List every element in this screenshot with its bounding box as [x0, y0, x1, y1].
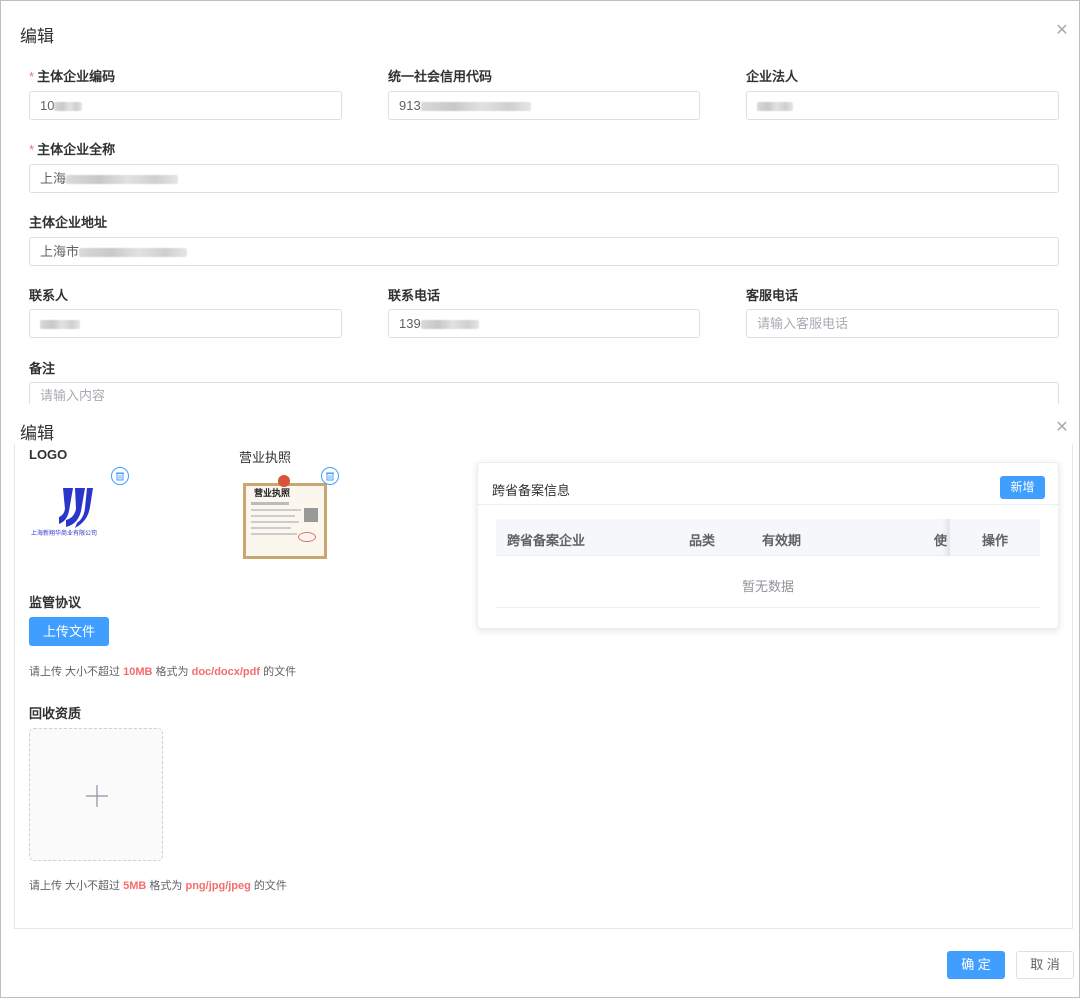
- license-label: 营业执照: [239, 450, 292, 465]
- remark-input[interactable]: 请输入内容: [29, 382, 1059, 404]
- full-name-input[interactable]: 上海: [29, 164, 1059, 193]
- dialog-header-strip: [1, 404, 1079, 444]
- credit-code-input[interactable]: 913: [388, 91, 700, 120]
- license-title: 营业执照: [254, 489, 291, 499]
- col-header-action: 操作: [982, 533, 1009, 548]
- dialog-title-2: 编辑: [20, 424, 54, 443]
- close-icon[interactable]: ✕: [1055, 420, 1069, 436]
- image-upload-box[interactable]: [29, 728, 163, 861]
- table-header: 跨省备案企业 品类 有效期 使 操作: [496, 519, 1040, 556]
- contact-input[interactable]: [29, 309, 342, 338]
- card-title: 跨省备案信息: [492, 483, 571, 498]
- recycle-label: 回收资质: [29, 706, 82, 721]
- cancel-button[interactable]: 取 消: [1016, 951, 1074, 979]
- license-image[interactable]: 营业执照: [242, 473, 328, 559]
- emblem-icon: [278, 475, 290, 487]
- contact-label: 联系人: [29, 288, 69, 303]
- address-input[interactable]: 上海市: [29, 237, 1059, 266]
- plus-icon: [86, 785, 108, 807]
- col-header-validity: 有效期: [762, 533, 802, 548]
- dialog-title: 编辑: [20, 27, 54, 46]
- legal-person-input[interactable]: [746, 91, 1059, 120]
- confirm-button[interactable]: 确 定: [947, 951, 1005, 979]
- phone-label: 联系电话: [388, 288, 441, 303]
- delete-logo-icon[interactable]: [111, 467, 129, 485]
- agreement-hint: 请上传 大小不超过 10MB 格式为 doc/docx/pdf 的文件: [29, 666, 297, 678]
- recycle-hint: 请上传 大小不超过 5MB 格式为 png/jpg/jpeg 的文件: [29, 880, 287, 892]
- service-phone-input[interactable]: 请输入客服电话: [746, 309, 1059, 338]
- full-name-label: * 主体企业全称: [29, 142, 116, 157]
- agreement-label: 监管协议: [29, 595, 82, 610]
- required-mark: *: [29, 69, 35, 84]
- logo-label: LOGO: [29, 447, 68, 462]
- upload-file-button[interactable]: 上传文件: [29, 617, 109, 646]
- fixed-column-shadow: [947, 519, 950, 556]
- logo-graphic: [59, 488, 93, 528]
- credit-code-label: 统一社会信用代码: [388, 69, 493, 84]
- edit-dialog: 编辑 ✕ * 主体企业编码 10 统一社会信用代码 913 企业法人 * 主体企业全…: [0, 0, 1080, 998]
- cross-province-record-card: 跨省备案信息 新增 跨省备案企业 品类 有效期 使 操作 暂无数据: [477, 462, 1059, 629]
- col-header-category: 品类: [689, 533, 716, 548]
- required-mark: *: [29, 142, 35, 157]
- remark-label: 备注: [29, 361, 56, 376]
- empty-text: 暂无数据: [741, 579, 794, 594]
- license-frame: 营业执照: [243, 483, 327, 559]
- main-code-label: * 主体企业编码: [29, 69, 116, 84]
- service-phone-label: 客服电话: [746, 288, 799, 303]
- main-code-input[interactable]: 10: [29, 91, 342, 120]
- close-icon[interactable]: ✕: [1055, 23, 1069, 39]
- phone-input[interactable]: 139: [388, 309, 700, 338]
- delete-license-icon[interactable]: [321, 467, 339, 485]
- col-header-truncated: 使: [934, 533, 947, 548]
- logo-caption: 上海新翔华商业有限公司: [31, 530, 98, 537]
- add-record-button[interactable]: 新增: [1000, 476, 1045, 499]
- address-label: 主体企业地址: [29, 215, 108, 230]
- logo-image[interactable]: 上海新翔华商业有限公司: [29, 471, 119, 561]
- col-header-company: 跨省备案企业: [507, 533, 586, 548]
- legal-person-label: 企业法人: [746, 69, 799, 84]
- table-empty-row: 暂无数据: [496, 557, 1040, 608]
